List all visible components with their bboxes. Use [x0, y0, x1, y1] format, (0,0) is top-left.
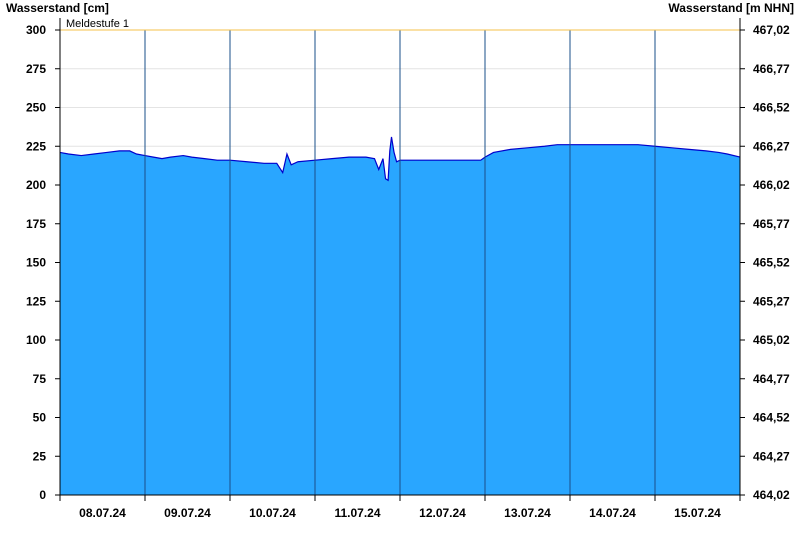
right-y-ticks: 464,02 464,27 464,52 464,77 465,02 465,27 465,… [740, 23, 790, 502]
water-level-chart: Meldestufe 1 0 25 50 75 100 125 150 175 200 225 25… [26, 18, 790, 520]
y-tick-label-left: 225 [26, 139, 46, 153]
meldestufe-threshold: Meldestufe 1 [60, 18, 740, 31]
y-tick-label-right: 465,77 [753, 217, 790, 231]
y-tick-label-right: 466,77 [753, 62, 790, 76]
x-tick-label: 09.07.24 [164, 506, 211, 520]
left-y-ticks: 0 25 50 75 100 125 150 175 200 225 250 275 300 [26, 23, 60, 502]
y-tick-label-left: 250 [26, 101, 46, 115]
y-tick-label-left: 125 [26, 294, 46, 308]
y-tick-label-left: 0 [39, 488, 46, 502]
y-tick-label-right: 465,02 [753, 333, 790, 347]
y-tick-label-right: 464,27 [753, 449, 790, 463]
x-tick-label: 15.07.24 [674, 506, 721, 520]
y-tick-label-left: 300 [26, 23, 46, 37]
y-tick-label-right: 467,02 [753, 23, 790, 37]
y-tick-label-right: 465,52 [753, 256, 790, 270]
x-tick-label: 11.07.24 [334, 506, 380, 520]
y-tick-label-right: 465,27 [753, 294, 790, 308]
y-tick-label-left: 75 [33, 372, 47, 386]
y-tick-label-left: 175 [26, 217, 46, 231]
meldestufe-label: Meldestufe 1 [66, 18, 129, 30]
y-tick-label-left: 50 [33, 411, 47, 425]
x-tick-label: 08.07.24 [79, 506, 126, 520]
y-tick-label-right: 466,52 [753, 101, 790, 115]
y-tick-label-left: 275 [26, 62, 46, 76]
x-axis-ticks: 08.07.24 09.07.24 10.07.24 11.07.24 12.07.24… [59, 495, 741, 520]
y-tick-label-right: 464,77 [753, 372, 790, 386]
y-tick-label-left: 200 [26, 178, 46, 192]
y-tick-label-right: 464,52 [753, 411, 790, 425]
x-tick-label: 10.07.24 [249, 506, 296, 520]
x-tick-label: 12.07.24 [419, 506, 466, 520]
x-tick-label: 13.07.24 [504, 506, 551, 520]
y-tick-label-right: 466,02 [753, 178, 790, 192]
y-tick-label-right: 466,27 [753, 139, 790, 153]
y-tick-label-left: 150 [26, 256, 46, 270]
y-tick-label-left: 100 [26, 333, 46, 347]
y-tick-label-right: 464,02 [753, 488, 790, 502]
x-tick-label: 14.07.24 [589, 506, 636, 520]
y-tick-label-left: 25 [33, 449, 47, 463]
